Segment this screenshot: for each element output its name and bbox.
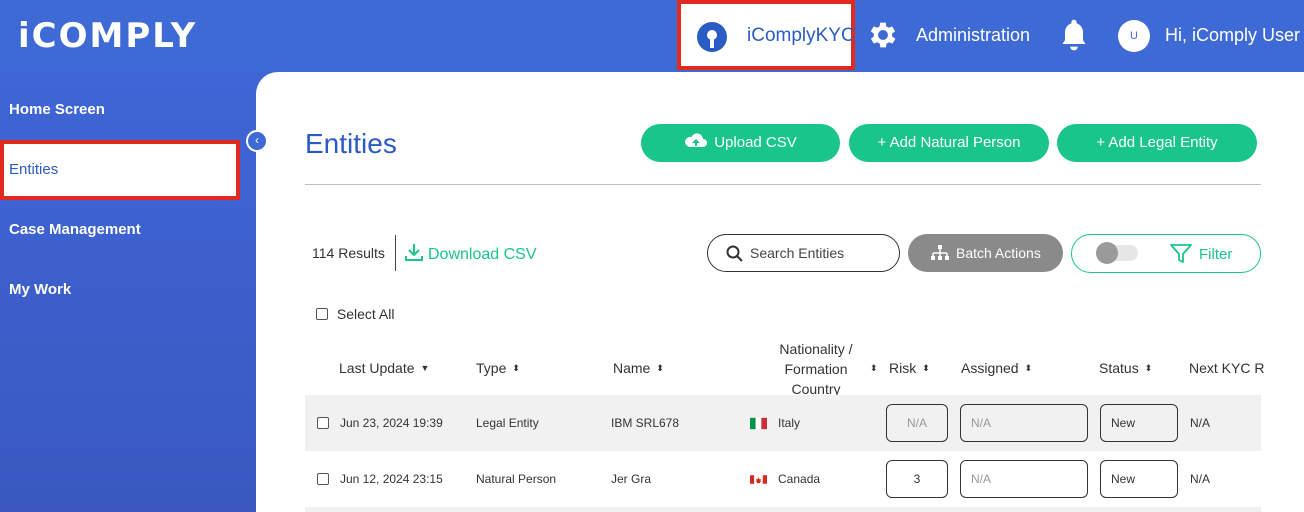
cell-next-kyc: N/A <box>1190 416 1211 430</box>
top-header: iCOMPLY iComplyKYC Administration U Hi, … <box>0 0 1304 72</box>
column-header-name[interactable]: Name ⬍ <box>613 360 664 376</box>
filter-label: Filter <box>1199 246 1233 263</box>
logo: iCOMPLY <box>18 16 198 56</box>
download-icon <box>405 244 423 261</box>
status-field[interactable]: New <box>1100 460 1178 498</box>
search-icon <box>726 245 743 262</box>
search-input[interactable] <box>750 243 890 263</box>
user-greeting[interactable]: Hi, iComply User <box>1165 25 1300 46</box>
risk-field[interactable]: N/A <box>886 404 948 442</box>
column-header-type[interactable]: Type ⬍ <box>476 360 520 376</box>
status-field[interactable]: New <box>1100 404 1178 442</box>
cell-type: Legal Entity <box>476 416 539 430</box>
add-natural-person-button[interactable]: + Add Natural Person <box>849 124 1049 162</box>
results-separator <box>395 235 396 271</box>
bell-icon[interactable] <box>1058 17 1090 53</box>
upload-csv-label: Upload CSV <box>714 134 797 151</box>
sort-icon: ⬍ <box>922 363 929 373</box>
add-legal-entity-button[interactable]: + Add Legal Entity <box>1057 124 1257 162</box>
italy-flag-icon <box>750 417 767 430</box>
cell-last-update: Jun 23, 2024 19:39 <box>340 416 443 430</box>
results-count: 114 Results <box>312 245 385 261</box>
batch-actions-button[interactable]: Batch Actions <box>908 234 1063 272</box>
select-all-checkbox[interactable] <box>316 308 328 320</box>
filter-control[interactable]: Filter <box>1071 234 1261 273</box>
search-box[interactable] <box>707 234 900 272</box>
sidebar-collapse-button[interactable]: ‹ <box>246 130 268 152</box>
main-panel: Entities Upload CSV + Add Natural Person… <box>256 72 1304 512</box>
avatar[interactable]: U <box>1118 20 1150 52</box>
divider <box>305 184 1261 185</box>
page-title: Entities <box>305 128 397 159</box>
cell-last-update: Jun 12, 2024 23:15 <box>340 472 443 486</box>
filter-icon <box>1170 244 1192 263</box>
app-switcher-label: iComplyKYC <box>747 25 855 46</box>
column-header-status[interactable]: Status ⬍ <box>1099 360 1152 376</box>
table-row[interactable]: Jun 12, 2024 23:15 Natural Person Jer Gr… <box>305 451 1261 507</box>
upload-csv-button[interactable]: Upload CSV <box>641 124 840 162</box>
sidebar: Home Screen Entities Case Management My … <box>0 72 256 512</box>
canada-flag-icon <box>750 475 767 484</box>
batch-actions-label: Batch Actions <box>956 245 1041 261</box>
app-switcher-button[interactable]: iComplyKYC <box>677 0 855 70</box>
administration-link[interactable]: Administration <box>916 25 1030 46</box>
sort-desc-icon: ▼ <box>420 363 430 373</box>
assigned-field[interactable]: N/A <box>960 460 1088 498</box>
column-header-next-kyc[interactable]: Next KYC R <box>1189 360 1304 376</box>
select-all[interactable]: Select All <box>316 306 394 322</box>
cloud-upload-icon <box>685 133 708 147</box>
column-header-nationality[interactable]: Nationality / Formation Country <box>761 339 871 399</box>
sort-icon: ⬍ <box>512 363 519 373</box>
cell-type: Natural Person <box>476 472 557 486</box>
sort-icon: ⬍ <box>1024 363 1032 373</box>
download-csv-label: Download CSV <box>428 246 537 263</box>
assigned-field[interactable]: N/A <box>960 404 1088 442</box>
cell-country: Canada <box>778 472 821 486</box>
gear-icon[interactable] <box>866 18 900 52</box>
risk-field[interactable]: 3 <box>886 460 948 498</box>
cell-country: Italy <box>778 416 801 430</box>
table-row-partial <box>305 507 1261 512</box>
sidebar-item-case-management[interactable]: Case Management <box>0 200 240 260</box>
cell-name: Jer Gra <box>611 472 652 486</box>
row-checkbox[interactable] <box>317 417 329 429</box>
sort-icon: ⬍ <box>656 363 663 373</box>
sidebar-item-home-screen[interactable]: Home Screen <box>0 80 240 140</box>
nationality-sort-icon[interactable]: ⬍ <box>870 360 877 376</box>
column-header-assigned[interactable]: Assigned ⬍ <box>961 360 1032 376</box>
cell-next-kyc: N/A <box>1190 472 1211 486</box>
sidebar-item-my-work[interactable]: My Work <box>0 260 240 320</box>
hierarchy-icon <box>931 245 949 260</box>
sort-icon: ⬍ <box>1144 363 1152 373</box>
sidebar-item-entities[interactable]: Entities <box>0 140 240 200</box>
select-all-label: Select All <box>336 306 395 322</box>
kyc-app-icon <box>697 22 727 52</box>
row-checkbox[interactable] <box>317 473 329 485</box>
table-row[interactable]: Jun 23, 2024 19:39 Legal Entity IBM SRL6… <box>305 395 1261 451</box>
filter-toggle[interactable] <box>1096 242 1138 264</box>
cell-name: IBM SRL678 <box>611 416 680 430</box>
toggle-knob <box>1096 242 1118 264</box>
download-csv-link[interactable]: Download CSV <box>404 242 537 264</box>
column-header-last-update[interactable]: Last Update ▼ <box>339 360 430 376</box>
column-header-risk[interactable]: Risk ⬍ <box>889 360 930 376</box>
